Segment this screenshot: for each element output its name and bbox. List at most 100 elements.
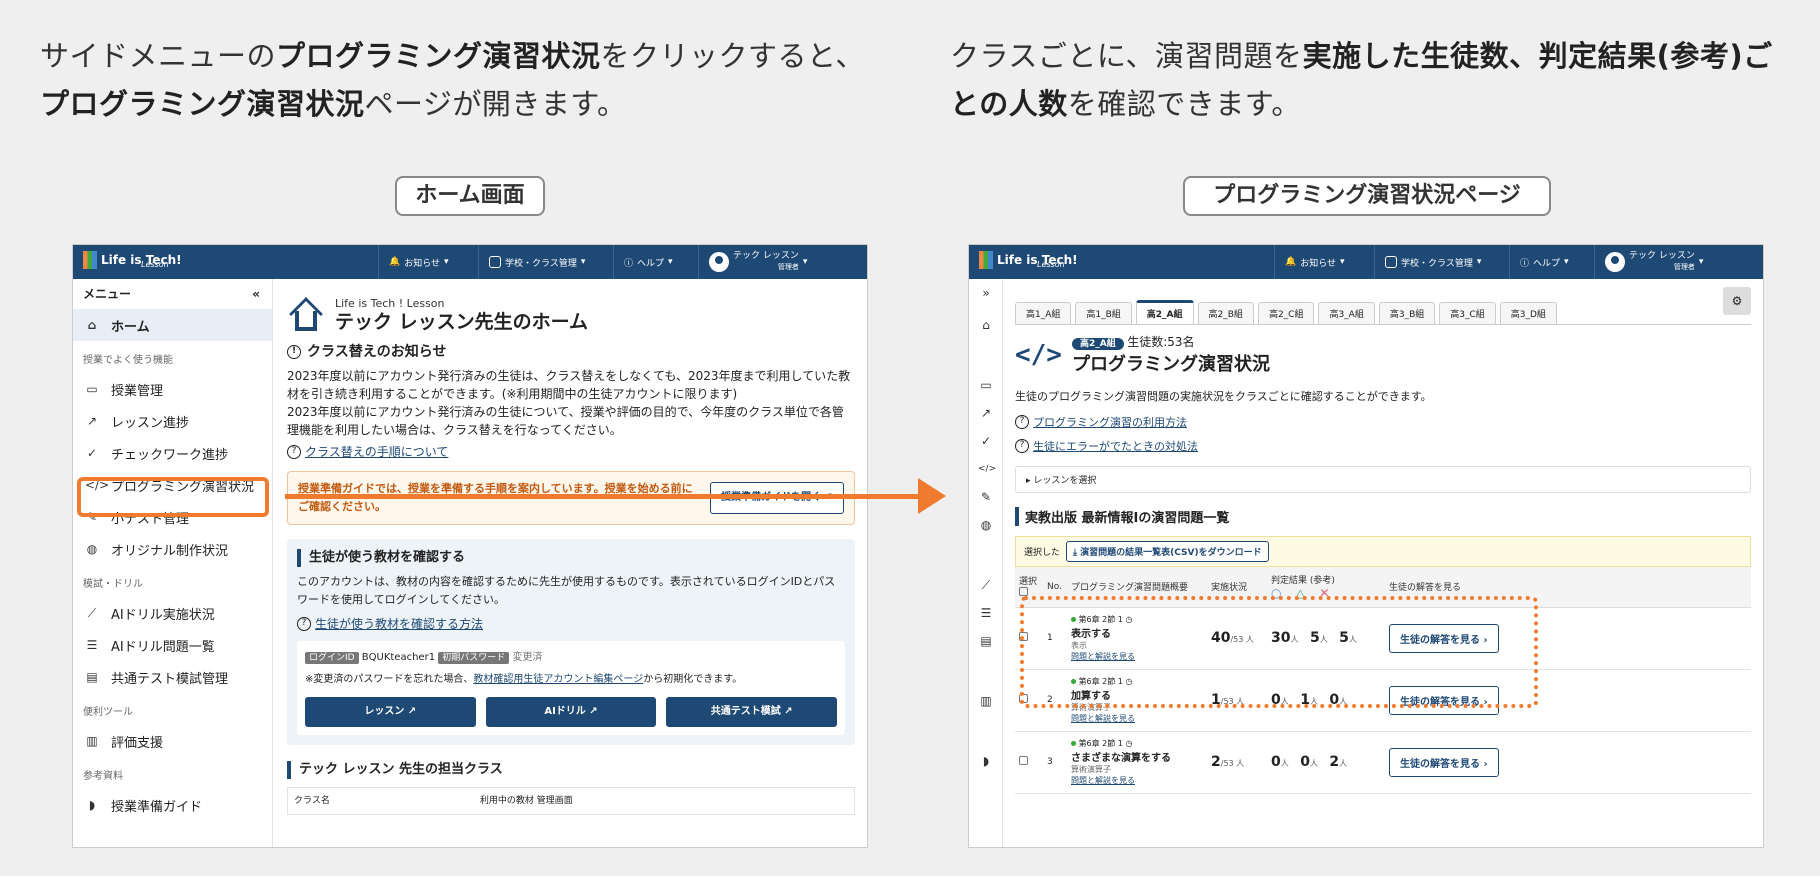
user-role: 管理者: [1673, 263, 1695, 271]
problem-link[interactable]: 問題と解説を見る: [1071, 714, 1135, 723]
column-header: 利用中の教材 管理画面: [479, 796, 573, 806]
chevron-down-icon: ▾: [1476, 257, 1482, 267]
lesson-select[interactable]: ▸ レッスンを選択: [1015, 466, 1751, 493]
table-row: 3 第6章 2節 1 ◷ さまざまな演算をする 算術演算子 問題と解説を見る 2…: [1015, 731, 1751, 794]
sidebar-item-evaluation[interactable]: ▥ 評価支援: [73, 725, 272, 757]
trend-icon[interactable]: ↗: [978, 405, 994, 421]
chevron-down-icon: ▾: [668, 257, 673, 267]
school-menu[interactable]: 学校・クラス管理 ▾: [1374, 245, 1491, 279]
chapter-label: 第6章 2節 1: [1078, 739, 1123, 748]
column-header: 判定結果 (参考): [1271, 576, 1335, 587]
usage-link[interactable]: プログラミング演習の利用方法: [1033, 414, 1187, 430]
document-icon[interactable]: ▤: [978, 633, 994, 649]
school-label: 学校・クラス管理: [1401, 258, 1473, 269]
sidebar-item-lesson-progress[interactable]: ↗ レッスン進捗: [73, 405, 272, 437]
help-link-row: ? プログラミング演習の利用方法: [1015, 414, 1751, 430]
bar-chart-icon[interactable]: ▥: [978, 693, 994, 709]
help-menu[interactable]: ⓘ ヘルプ ▾: [613, 245, 683, 279]
notice-menu[interactable]: 🔔 お知らせ ▾: [378, 245, 459, 279]
bell-icon: 🔔: [1285, 257, 1297, 267]
collapse-icon[interactable]: «: [252, 279, 260, 309]
school-label: 学校・クラス管理: [505, 258, 577, 269]
sidebar-group-label: 便利ツール: [83, 707, 133, 718]
select-all-checkbox[interactable]: [1019, 587, 1028, 597]
caption-right: クラスごとに、演習問題を実施した生徒数、判定結果(参考)ごとの人数を確認できます…: [950, 32, 1790, 128]
tab-class[interactable]: 高2_C組: [1257, 302, 1315, 324]
tab-class[interactable]: 高3_C組: [1439, 302, 1496, 324]
user-menu[interactable]: テック レッスン 管理者 ▾: [698, 245, 867, 279]
notice-heading: ! クラス替えのお知らせ: [287, 343, 855, 361]
login-id-label: ログインID: [305, 652, 359, 664]
help-label: ヘルプ: [637, 258, 665, 269]
practice-main: 高1_A組 高1_B組 高2_A組 高2_B組 高2_C組 高3_A組 高3_B組 高3_C組…: [1003, 279, 1763, 847]
list-icon[interactable]: ☰: [978, 605, 994, 621]
sidebar-header: メニュー «: [73, 279, 272, 309]
note-text: ※変更済のパスワードを忘れた場合、: [305, 674, 474, 685]
bar-chart-icon: ▥: [86, 734, 98, 748]
alert-icon: !: [287, 345, 301, 359]
mock-test-button[interactable]: 共通テスト模試 ↗: [666, 697, 838, 727]
tab-class[interactable]: 高1_B組: [1075, 302, 1132, 324]
help-menu[interactable]: ⓘ ヘルプ ▾: [1509, 245, 1579, 279]
check-circle-icon[interactable]: ✓: [978, 433, 994, 449]
caption-text: クラスごとに、演習問題を: [950, 39, 1303, 73]
sidebar-item-label: 評価支援: [111, 735, 164, 751]
help-link-row: ? 生徒にエラーがでたときの対処法: [1015, 438, 1751, 454]
document-icon: ▤: [86, 670, 98, 684]
help-label: ヘルプ: [1533, 258, 1561, 269]
sidebar-item-checkwork[interactable]: ✓ チェックワーク進捗: [73, 437, 272, 469]
sidebar-item-home[interactable]: ⌂ ホーム: [73, 309, 272, 341]
sidebar-item-label: 授業管理: [111, 383, 164, 399]
sidebar-item-ai-drill-list[interactable]: ☰ AIドリル問題一覧: [73, 629, 272, 661]
sidebar-item-guide[interactable]: ◗ 授業準備ガイド: [73, 789, 272, 821]
tab-class[interactable]: 高2_B組: [1197, 302, 1254, 324]
chart-icon[interactable]: ⟋: [978, 577, 994, 593]
user-menu[interactable]: テック レッスン 管理者 ▾: [1594, 245, 1763, 279]
tab-class[interactable]: 高1_A組: [1015, 302, 1072, 324]
tab-class[interactable]: 高3_B組: [1378, 302, 1436, 324]
shield-icon[interactable]: ◗: [978, 753, 994, 769]
gear-icon[interactable]: ⚙: [1723, 287, 1751, 315]
tab-class[interactable]: 高2_A組: [1135, 300, 1194, 324]
pencil-icon[interactable]: ✎: [978, 489, 994, 505]
chevron-down-icon: ▾: [444, 257, 449, 267]
tab-class[interactable]: 高3_A組: [1318, 302, 1375, 324]
select-cell: [1015, 731, 1043, 794]
home-icon: [287, 295, 325, 333]
shield-icon: ◗: [88, 798, 96, 812]
lesson-button[interactable]: レッスン ↗: [305, 697, 476, 727]
account-edit-link[interactable]: 教材確認用生徒アカウント編集ページ: [473, 674, 643, 685]
user-name: テック レッスン: [733, 251, 799, 261]
login-id: BQUKteacher1: [361, 652, 436, 663]
row-checkbox[interactable]: [1019, 756, 1028, 765]
code-icon[interactable]: </>: [978, 461, 996, 477]
home-screenshot: Life is Tech! Lesson 🔔 お知らせ ▾ 学校・クラス管理 ▾ ⓘ ヘ…: [72, 244, 868, 848]
materials-link[interactable]: 生徒が使う教材を確認する方法: [315, 615, 483, 633]
school-menu[interactable]: 学校・クラス管理 ▾: [478, 245, 595, 279]
sidebar-item-class[interactable]: ▭ 授業管理: [73, 373, 272, 405]
home-icon[interactable]: ⌂: [978, 317, 994, 333]
notice-menu[interactable]: 🔔 お知らせ ▾: [1274, 245, 1355, 279]
monitor-icon[interactable]: ▭: [978, 377, 994, 393]
page-description: 生徒のプログラミング演習問題の実施状況をクラスごとに確認することができます。: [1015, 390, 1432, 403]
bell-icon: 🔔: [389, 257, 401, 267]
trend-icon: ↗: [86, 414, 98, 428]
class-change-link[interactable]: クラス替えの手順について: [305, 443, 448, 461]
error-help-link[interactable]: 生徒にエラーがでたときの対処法: [1033, 438, 1198, 454]
password-note: ※変更済のパスワードを忘れた場合、教材確認用生徒アカウント編集ページから初期化で…: [305, 671, 837, 689]
tab-class[interactable]: 高3_D組: [1499, 302, 1557, 324]
avatar: [1605, 252, 1625, 272]
palette-icon[interactable]: ◍: [978, 517, 994, 533]
sidebar-item-original[interactable]: ◍ オリジナル制作状況: [73, 533, 272, 565]
chevron-down-icon: ▾: [580, 257, 586, 267]
button-label: 共通テスト模試: [710, 706, 781, 717]
problem-link[interactable]: 問題と解説を見る: [1071, 776, 1135, 785]
answers-cell: 生徒の解答を見る ›: [1385, 731, 1751, 794]
view-answers-button[interactable]: 生徒の解答を見る ›: [1389, 747, 1499, 777]
sidebar-item-mock-test[interactable]: ▤ 共通テスト模試管理: [73, 661, 272, 693]
csv-download-button[interactable]: ⤓ 演習問題の結果一覧表(CSV)をダウンロード: [1066, 541, 1269, 562]
sidebar-item-ai-drill-status[interactable]: ⟋ AIドリル実施状況: [73, 597, 272, 629]
button-label: レッスン: [364, 706, 405, 717]
expand-icon[interactable]: »: [978, 285, 994, 301]
ai-drill-button[interactable]: AIドリル ↗: [485, 697, 657, 727]
